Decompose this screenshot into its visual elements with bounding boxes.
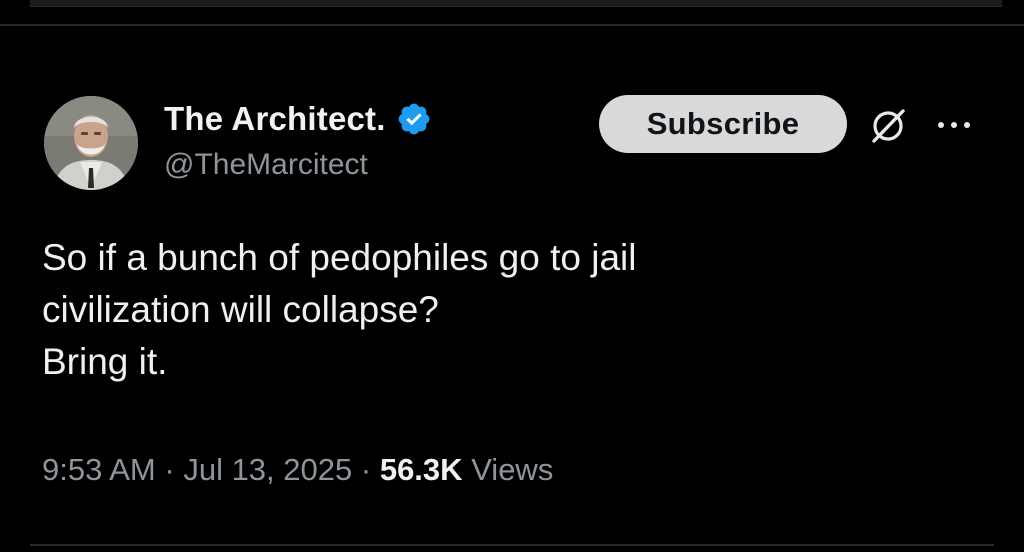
- author-name-row: The Architect.: [164, 98, 432, 140]
- previous-post-edge: [30, 0, 1002, 7]
- meta-separator: ·: [164, 452, 175, 487]
- avatar[interactable]: [44, 96, 138, 190]
- tweet-text: So if a bunch of pedophiles go to jail c…: [42, 232, 942, 388]
- grok-icon[interactable]: [866, 102, 912, 148]
- views-label: Views: [471, 452, 554, 487]
- avatar-portrait-icon: [44, 96, 138, 190]
- tweet-time[interactable]: 9:53 AM: [42, 452, 156, 487]
- tweet-text-line: Bring it.: [42, 341, 168, 382]
- views-count[interactable]: 56.3K: [380, 452, 463, 487]
- author-display-name[interactable]: The Architect.: [164, 100, 386, 138]
- verified-badge-icon[interactable]: [396, 101, 432, 137]
- bottom-divider: [30, 544, 994, 546]
- subscribe-button[interactable]: Subscribe: [599, 95, 847, 153]
- top-divider: [0, 24, 1024, 26]
- tweet-text-line: So if a bunch of pedophiles go to jail: [42, 237, 637, 278]
- author-handle[interactable]: @TheMarcitect: [164, 148, 368, 182]
- more-options-icon[interactable]: [932, 110, 976, 140]
- tweet-text-line: civilization will collapse?: [42, 289, 439, 330]
- meta-separator: ·: [360, 452, 372, 487]
- tweet-date[interactable]: Jul 13, 2025: [183, 452, 352, 487]
- tweet-meta: 9:53 AM · Jul 13, 2025 · 56.3K Views: [42, 452, 553, 488]
- tweet-screen: The Architect. @TheMarcitect Subscribe S…: [0, 0, 1024, 552]
